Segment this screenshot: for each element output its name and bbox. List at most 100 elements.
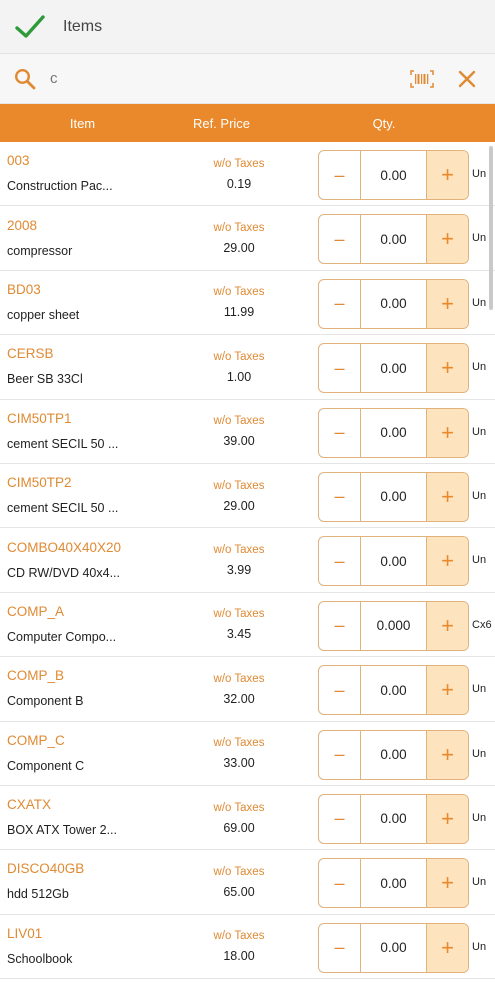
- decrease-button[interactable]: –: [319, 344, 361, 393]
- search-icon[interactable]: [0, 54, 50, 104]
- increase-button[interactable]: +: [427, 472, 468, 521]
- table-row[interactable]: 003 Construction Pac... w/o Taxes 0.19 –…: [0, 142, 495, 207]
- page-title: Items: [63, 17, 103, 35]
- decrease-button[interactable]: –: [319, 666, 361, 715]
- increase-button[interactable]: +: [427, 601, 468, 650]
- clear-search-button[interactable]: [443, 54, 491, 104]
- decrease-button[interactable]: –: [319, 537, 361, 586]
- barcode-scan-button[interactable]: [401, 54, 443, 104]
- increase-button[interactable]: +: [427, 923, 468, 972]
- table-row[interactable]: MC_AREIA1 w/o Taxes: [0, 979, 495, 1000]
- table-row[interactable]: CERSB Beer SB 33Cl w/o Taxes 1.00 – 0.00…: [0, 335, 495, 400]
- item-name: Computer Compo...: [7, 629, 117, 644]
- item-code: BD03: [7, 281, 41, 297]
- increase-button[interactable]: +: [427, 408, 468, 457]
- item-name: compressor: [7, 243, 73, 258]
- item-info: COMP_B Component B: [0, 667, 190, 710]
- item-info: COMP_A Computer Compo...: [0, 603, 190, 646]
- quantity-stepper: – 0.00 +: [318, 343, 469, 394]
- items-list: 003 Construction Pac... w/o Taxes 0.19 –…: [0, 142, 495, 1000]
- column-qty: Qty.: [372, 115, 396, 131]
- quantity-field[interactable]: 0.00: [361, 859, 427, 908]
- search-bar: [0, 54, 495, 104]
- quantity-stepper: – 0.00 +: [318, 536, 469, 587]
- table-row[interactable]: CIM50TP1 cement SECIL 50 ... w/o Taxes 3…: [0, 400, 495, 464]
- decrease-button[interactable]: –: [319, 151, 361, 199]
- quantity-stepper: – 0.00 +: [318, 214, 469, 265]
- increase-button[interactable]: +: [427, 730, 468, 779]
- decrease-button[interactable]: –: [319, 215, 361, 264]
- column-item: Item: [69, 115, 96, 131]
- table-row[interactable]: COMBO40X40X20 CD RW/DVD 40x4... w/o Taxe…: [0, 528, 495, 593]
- item-info: DISCO40GB hdd 512Gb: [0, 860, 190, 903]
- item-name: cement SECIL 50 ...: [7, 501, 119, 516]
- decrease-button[interactable]: –: [319, 730, 361, 779]
- table-row[interactable]: DISCO40GB hdd 512Gb w/o Taxes 65.00 – 0.…: [0, 850, 495, 915]
- quantity-field[interactable]: 0.00: [361, 279, 427, 328]
- decrease-button[interactable]: –: [319, 794, 361, 843]
- item-info: CXATX BOX ATX Tower 2...: [0, 796, 190, 839]
- quantity-field[interactable]: 0.00: [361, 151, 427, 199]
- unit-label: Un: [472, 168, 487, 180]
- increase-button[interactable]: +: [427, 537, 468, 586]
- unit-label: Un: [472, 489, 487, 502]
- unit-label: Un: [472, 940, 487, 953]
- quantity-field[interactable]: 0.00: [361, 794, 427, 843]
- unit-label: Un: [472, 554, 487, 567]
- quantity-stepper: – 0.00 +: [318, 665, 469, 716]
- decrease-button[interactable]: –: [319, 923, 361, 972]
- quantity-field[interactable]: 0.000: [361, 601, 427, 650]
- increase-button[interactable]: +: [427, 794, 468, 843]
- table-row[interactable]: CIM50TP2 cement SECIL 50 ... w/o Taxes 2…: [0, 464, 495, 529]
- tax-label: w/o Taxes: [213, 672, 265, 685]
- table-row[interactable]: BD03 copper sheet w/o Taxes 11.99 – 0.00…: [0, 271, 495, 336]
- item-price-block: w/o Taxes 0.19: [180, 157, 298, 191]
- table-row[interactable]: COMP_A Computer Compo... w/o Taxes 3.45 …: [0, 593, 495, 658]
- scrollbar[interactable]: [489, 146, 493, 310]
- table-row[interactable]: CXATX BOX ATX Tower 2... w/o Taxes 69.00…: [0, 786, 495, 851]
- quantity-field[interactable]: 0.00: [361, 923, 427, 972]
- quantity-field[interactable]: 0.00: [361, 666, 427, 715]
- quantity-field[interactable]: 0.00: [361, 215, 427, 264]
- increase-button[interactable]: +: [427, 859, 468, 908]
- search-input[interactable]: [50, 58, 401, 99]
- quantity-field[interactable]: 0.00: [361, 472, 427, 521]
- decrease-button[interactable]: –: [319, 601, 361, 650]
- ref-price: 65.00: [223, 884, 255, 899]
- item-info: LIV01 Schoolbook: [0, 925, 190, 968]
- ref-price: 32.00: [223, 691, 255, 706]
- check-icon: [15, 14, 45, 38]
- tax-label: w/o Taxes: [213, 222, 265, 235]
- increase-button[interactable]: +: [427, 151, 468, 199]
- increase-button[interactable]: +: [427, 279, 468, 328]
- item-price-block: w/o Taxes 33.00: [180, 736, 298, 770]
- increase-button[interactable]: +: [427, 344, 468, 393]
- confirm-button[interactable]: [0, 0, 60, 54]
- item-price-block: w/o Taxes 3.45: [180, 607, 298, 641]
- ref-price: 29.00: [223, 498, 255, 513]
- item-name: Beer SB 33Cl: [7, 372, 83, 387]
- tax-label: w/o Taxes: [213, 608, 265, 621]
- item-price-block: w/o Taxes 11.99: [180, 285, 298, 319]
- decrease-button[interactable]: –: [319, 859, 361, 908]
- increase-button[interactable]: +: [427, 666, 468, 715]
- quantity-field[interactable]: 0.00: [361, 730, 427, 779]
- quantity-stepper: – 0.00 +: [318, 407, 469, 458]
- table-row[interactable]: COMP_C Component C w/o Taxes 33.00 – 0.0…: [0, 722, 495, 786]
- quantity-field[interactable]: 0.00: [361, 408, 427, 457]
- decrease-button[interactable]: –: [319, 472, 361, 521]
- increase-button[interactable]: +: [427, 215, 468, 264]
- item-name: copper sheet: [7, 307, 80, 322]
- quantity-field[interactable]: 0.00: [361, 344, 427, 393]
- item-info: CIM50TP2 cement SECIL 50 ...: [0, 474, 190, 517]
- quantity-stepper: – 0.00 +: [318, 729, 469, 780]
- table-row[interactable]: COMP_B Component B w/o Taxes 32.00 – 0.0…: [0, 657, 495, 722]
- decrease-button[interactable]: –: [319, 408, 361, 457]
- unit-label: Cx6: [472, 618, 492, 631]
- decrease-button[interactable]: –: [319, 279, 361, 328]
- item-price-block: w/o Taxes 39.00: [180, 414, 298, 448]
- quantity-stepper: – 0.00 +: [318, 150, 469, 200]
- quantity-field[interactable]: 0.00: [361, 537, 427, 586]
- table-row[interactable]: 2008 compressor w/o Taxes 29.00 – 0.00 +…: [0, 206, 495, 271]
- table-row[interactable]: LIV01 Schoolbook w/o Taxes 18.00 – 0.00 …: [0, 915, 495, 980]
